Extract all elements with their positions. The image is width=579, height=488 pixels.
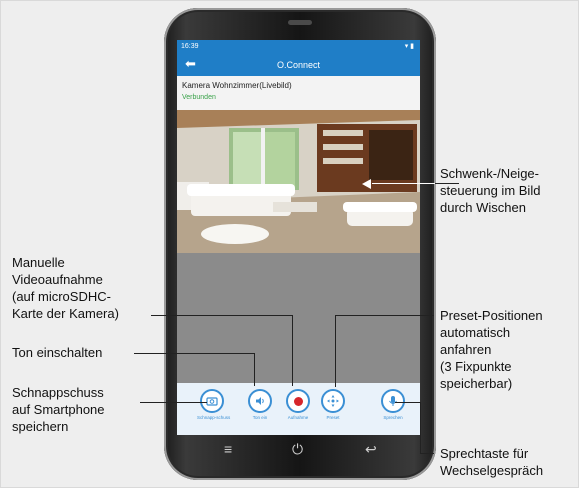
callout-line-snapshot [140, 402, 207, 403]
callout-preset-line: Preset-Positionen [440, 308, 543, 323]
callout-line-sound-v [254, 353, 255, 386]
callout-snapshot-line: Schnappschuss [12, 385, 104, 400]
preset-label: Preset [326, 415, 340, 420]
callout-sound-on: Ton einschalten [12, 344, 102, 361]
callout-manual-rec-line: Karte der Kamera) [12, 306, 119, 321]
callout-talk-line: Sprechtaste für [440, 446, 529, 461]
callout-manual-recording: Manuelle Videoaufnahme (auf microSDHC- K… [12, 254, 119, 322]
status-bar: 16:39 ▾ ▮ [177, 40, 420, 54]
control-toolbar: Schnapp-schuss Ton ein Aufnahme Preset S… [177, 383, 420, 435]
callout-talk-line: Wechselgespräch [440, 463, 544, 478]
callout-snapshot-line: speichern [12, 419, 69, 434]
camera-info: Kamera Wohnzimmer(Livebild) Verbunden [177, 76, 420, 110]
status-icons: ▾ ▮ [404, 43, 414, 50]
callout-line-preset-v [335, 315, 336, 387]
talk-label: Sprechen [383, 415, 403, 420]
android-navbar: ≡ ⏻ ↩ [187, 435, 412, 467]
record-icon [286, 389, 310, 413]
callout-manual-rec-line: Manuelle [12, 255, 65, 270]
callout-pan-tilt: Schwenk-/Neige- steuerung im Bild durch … [440, 165, 540, 216]
speaker-icon [248, 389, 272, 413]
menu-icon[interactable]: ≡ [224, 441, 232, 457]
sound-on-button[interactable]: Ton ein [245, 389, 275, 421]
callout-line-talk-end [420, 453, 434, 454]
callout-talk: Sprechtaste für Wechselgespräch [440, 445, 543, 479]
swipe-arrow-line [372, 183, 435, 184]
snapshot-button[interactable]: Schnapp-schuss [197, 389, 231, 421]
callout-pan-tilt-line: Schwenk-/Neige- [440, 166, 539, 181]
callout-line-rec-v [292, 315, 293, 386]
earpiece [288, 20, 312, 25]
record-label: Aufnahme [287, 415, 309, 420]
app-title: O.Connect [276, 60, 321, 70]
callout-manual-rec-line: Videoaufnahme [12, 272, 103, 287]
record-button[interactable]: Aufnahme [283, 389, 313, 421]
callout-pan-tilt-line: steuerung im Bild [440, 183, 541, 198]
microphone-icon [381, 389, 405, 413]
talk-button[interactable]: Sprechen [378, 389, 408, 421]
camera-icon [200, 389, 224, 413]
callout-line-sound-h [134, 353, 255, 354]
connection-status: Verbunden [182, 94, 216, 101]
callout-preset-line: speicherbar) [440, 376, 513, 391]
app-screen: 16:39 ▾ ▮ ⬅ O.Connect Kamera Wohnzimmer(… [177, 40, 420, 435]
callout-preset-line: anfahren [440, 342, 492, 357]
callout-preset-line: automatisch [440, 325, 511, 340]
callout-line-talk-v [420, 402, 421, 454]
callout-manual-rec-line: (auf microSDHC- [12, 289, 111, 304]
swipe-arrow-head [362, 179, 371, 189]
back-nav-icon[interactable]: ↩ [365, 441, 377, 457]
callout-snapshot-line: auf Smartphone [12, 402, 105, 417]
power-icon[interactable]: ⏻ [292, 441, 303, 457]
callout-sound-on-line: Ton einschalten [12, 345, 103, 360]
callout-line-preset-h [335, 315, 434, 316]
living-room-image [177, 110, 420, 253]
callout-preset: Preset-Positionen automatisch anfahren (… [440, 307, 543, 392]
status-time: 16:39 [181, 43, 199, 50]
callout-pan-tilt-line: durch Wischen [440, 200, 526, 215]
snapshot-label: Schnapp-schuss [197, 415, 231, 420]
camera-name: Kamera Wohnzimmer(Livebild) [182, 81, 292, 90]
app-bar: ⬅ O.Connect [177, 54, 420, 76]
preset-button[interactable]: Preset [318, 389, 348, 421]
preset-icon [321, 389, 345, 413]
callout-preset-line: (3 Fixpunkte [440, 359, 512, 374]
callout-line-rec-h [151, 315, 293, 316]
callout-snapshot: Schnappschuss auf Smartphone speichern [12, 384, 105, 435]
sound-on-label: Ton ein [252, 415, 268, 420]
callout-line-talk-h [395, 402, 420, 403]
live-video[interactable] [177, 110, 420, 253]
